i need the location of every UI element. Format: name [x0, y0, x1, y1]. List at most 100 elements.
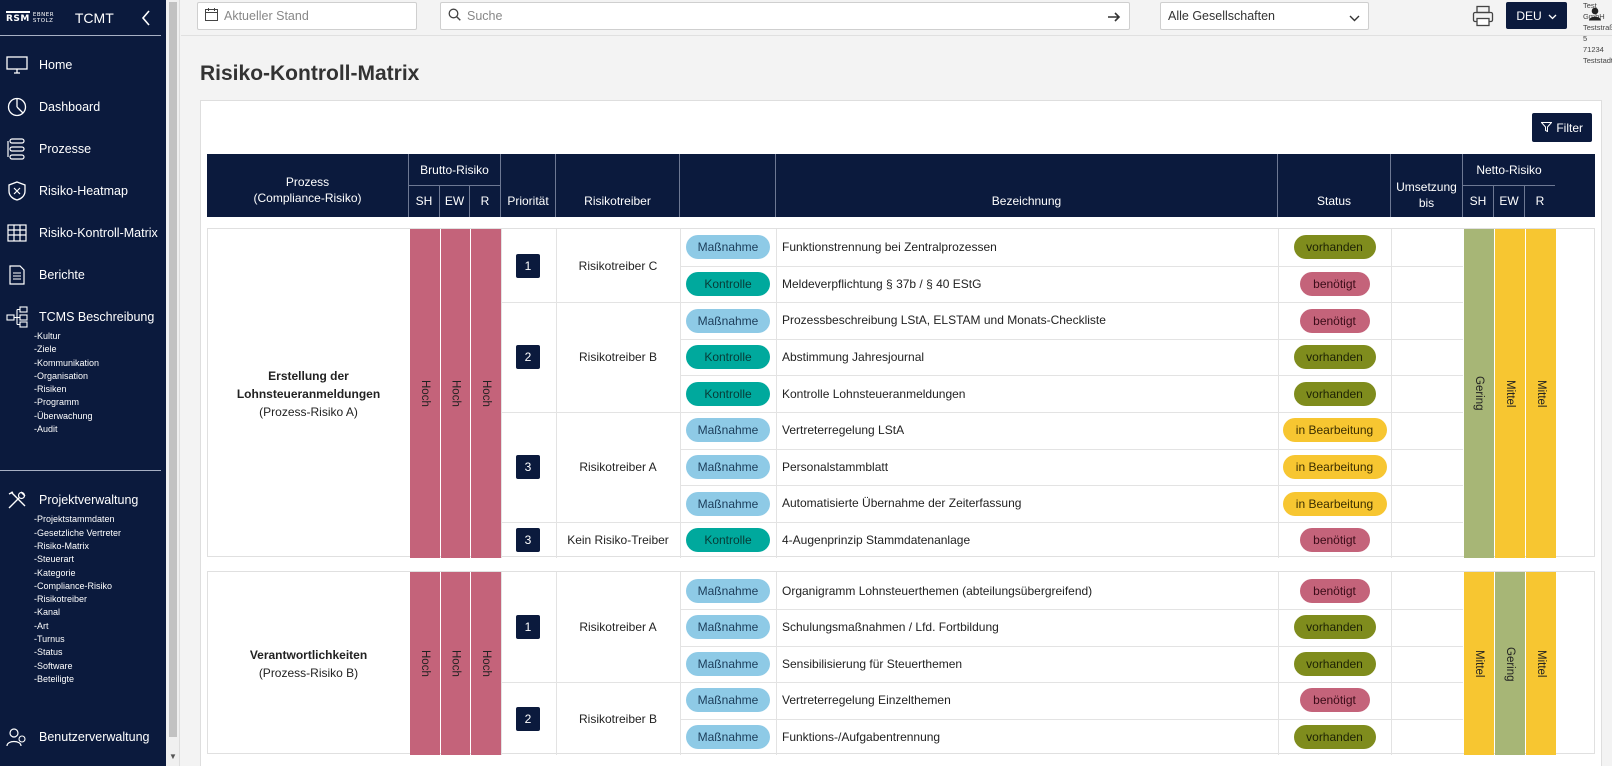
submenu-item[interactable]: -Beteiligte — [34, 673, 166, 686]
netto-r-cell: Mittel — [1526, 229, 1556, 559]
priority-badge: 2 — [516, 706, 540, 731]
company-select[interactable]: Alle Gesellschaften — [1160, 2, 1369, 30]
print-icon[interactable] — [1472, 5, 1494, 27]
measure-description[interactable]: Kontrolle Lohnsteueranmeldungen — [782, 375, 1274, 412]
submenu-item[interactable]: -Projektstammdaten — [34, 513, 166, 526]
submenu-item[interactable]: -Ziele — [34, 343, 166, 356]
submenu-item[interactable]: -Gesetzliche Vertreter — [34, 527, 166, 540]
measure-description[interactable]: Funktions-/Aufgabentrennung — [782, 719, 1274, 756]
submenu-item[interactable]: -Art — [34, 620, 166, 633]
measure-description[interactable]: Prozessbeschreibung LStA, ELSTAM und Mon… — [782, 302, 1274, 339]
date-field[interactable] — [197, 2, 417, 30]
structure-icon — [6, 306, 28, 328]
header-netto-ew: EW — [1493, 185, 1524, 217]
status-badge: benötigt — [1299, 578, 1370, 603]
measure-description[interactable]: Sensibilisierung für Steuerthemen — [782, 646, 1274, 683]
process-cell[interactable]: Erstellung der Lohnsteueranmeldungen (Pro… — [208, 229, 409, 558]
massnahme-pill[interactable]: Maßnahme — [686, 615, 770, 640]
status-badge: benötigt — [1299, 308, 1370, 333]
submenu-item[interactable]: -Kategorie — [34, 567, 166, 580]
risk-level-label: Mittel — [1504, 379, 1516, 408]
measure-description[interactable]: Funktionstrennung bei Zentralprozessen — [782, 229, 1274, 266]
search-input[interactable] — [467, 9, 1129, 23]
brutto-sh-cell: Hoch — [410, 572, 440, 756]
risk-level-label: Hoch — [419, 380, 431, 408]
kontrolle-pill[interactable]: Kontrolle — [686, 345, 770, 370]
netto-ew-cell: Gering — [1495, 572, 1525, 756]
submenu-item[interactable]: -Risiko-Matrix — [34, 540, 166, 553]
users-icon — [6, 726, 28, 748]
kontrolle-pill[interactable]: Kontrolle — [686, 528, 770, 553]
sidebar-item-label: TCMS Beschreibung — [39, 310, 155, 324]
submenu-item[interactable]: -Steuerart — [34, 553, 166, 566]
measure-description[interactable]: 4-Augenprinzip Stammdatenanlage — [782, 522, 1274, 559]
measure-description[interactable]: Organigramm Lohnsteuerthemen (abteilungs… — [782, 572, 1274, 609]
scroll-down-icon[interactable]: ▼ — [167, 752, 179, 764]
arrow-right-icon[interactable] — [1105, 8, 1123, 26]
sidebar-item-prozesse[interactable]: Prozesse — [0, 128, 166, 170]
logo-rsm: RSM — [6, 11, 30, 24]
column-divider — [1278, 229, 1279, 559]
brand-bar: RSM EBNER STOLZ TCMT — [0, 0, 161, 36]
user-icon[interactable] — [1588, 7, 1604, 23]
column-divider — [680, 572, 681, 756]
company-city: 71234 Teststadt — [1583, 45, 1612, 65]
sidebar-item-berichte[interactable]: Berichte — [0, 254, 166, 296]
header-prioritaet: Priorität — [500, 185, 555, 217]
header-risikotreiber-top — [555, 154, 679, 185]
massnahme-pill[interactable]: Maßnahme — [686, 491, 770, 516]
measure-description[interactable]: Automatisierte Übernahme der Zeiterfassu… — [782, 485, 1274, 522]
column-divider — [776, 229, 777, 559]
submenu-item[interactable]: -Kultur — [34, 330, 166, 343]
filter-button[interactable]: Filter — [1532, 113, 1592, 142]
stand-input[interactable] — [224, 9, 416, 23]
massnahme-pill[interactable]: Maßnahme — [686, 688, 770, 713]
submenu-item[interactable]: -Status — [34, 646, 166, 659]
sidebar-item-risiko-heatmap[interactable]: Risiko-Heatmap — [0, 170, 166, 212]
submenu-item[interactable]: -Kanal — [34, 606, 166, 619]
massnahme-pill[interactable]: Maßnahme — [686, 651, 770, 676]
massnahme-pill[interactable]: Maßnahme — [686, 725, 770, 750]
collapse-sidebar-icon[interactable] — [139, 9, 153, 27]
submenu-item[interactable]: -Risikotreiber — [34, 593, 166, 606]
header-brutto-ew: EW — [439, 185, 469, 217]
header-umsetzung-sub: bis — [1418, 195, 1435, 210]
grid-icon — [6, 222, 28, 244]
submenu-item[interactable]: -Audit — [34, 423, 166, 436]
header-netto-sh: SH — [1462, 185, 1493, 217]
submenu-item[interactable]: -Programm — [34, 396, 166, 409]
header-prioritaet-top — [500, 154, 555, 185]
risk-level-label: Mittel — [1473, 650, 1485, 678]
measure-description[interactable]: Abstimmung Jahresjournal — [782, 339, 1274, 376]
brutto-ew-cell: Hoch — [441, 572, 470, 756]
tools-icon — [6, 489, 28, 511]
sidebar-item-home[interactable]: Home — [0, 44, 166, 86]
massnahme-pill[interactable]: Maßnahme — [686, 418, 770, 443]
sidebar-item-dashboard[interactable]: Dashboard — [0, 86, 166, 128]
sidebar-item-benutzerverwaltung[interactable]: Benutzerverwaltung — [0, 716, 166, 758]
massnahme-pill[interactable]: Maßnahme — [686, 308, 770, 333]
measure-description[interactable]: Meldeverpflichtung § 37b / § 40 EStG — [782, 266, 1274, 303]
massnahme-pill[interactable]: Maßnahme — [686, 235, 770, 260]
sidebar-scrollbar-thumb[interactable] — [169, 2, 177, 737]
kontrolle-pill[interactable]: Kontrolle — [686, 381, 770, 406]
submenu-item[interactable]: -Software — [34, 660, 166, 673]
submenu-item[interactable]: -Organisation — [34, 370, 166, 383]
measure-description[interactable]: Schulungsmaßnahmen / Lfd. Fortbildung — [782, 609, 1274, 646]
submenu-item[interactable]: -Risiken — [34, 383, 166, 396]
search-field[interactable] — [440, 2, 1130, 30]
massnahme-pill[interactable]: Maßnahme — [686, 454, 770, 479]
submenu-item[interactable]: -Kommunikation — [34, 357, 166, 370]
massnahme-pill[interactable]: Maßnahme — [686, 578, 770, 603]
process-cell[interactable]: Verantwortlichkeiten (Prozess-Risiko B) — [208, 572, 409, 755]
submenu-item[interactable]: -Compliance-Risiko — [34, 580, 166, 593]
submenu-item[interactable]: -Überwachung — [34, 410, 166, 423]
measure-description[interactable]: Vertreterregelung Einzelthemen — [782, 682, 1274, 719]
measure-description[interactable]: Personalstammblatt — [782, 449, 1274, 486]
language-button[interactable]: DEU — [1506, 2, 1567, 29]
sidebar-item-risiko-kontroll-matrix[interactable]: Risiko-Kontroll-Matrix — [0, 212, 166, 254]
risk-level-label: Hoch — [480, 380, 492, 408]
submenu-item[interactable]: -Turnus — [34, 633, 166, 646]
measure-description[interactable]: Vertreterregelung LStA — [782, 412, 1274, 449]
kontrolle-pill[interactable]: Kontrolle — [686, 271, 770, 296]
